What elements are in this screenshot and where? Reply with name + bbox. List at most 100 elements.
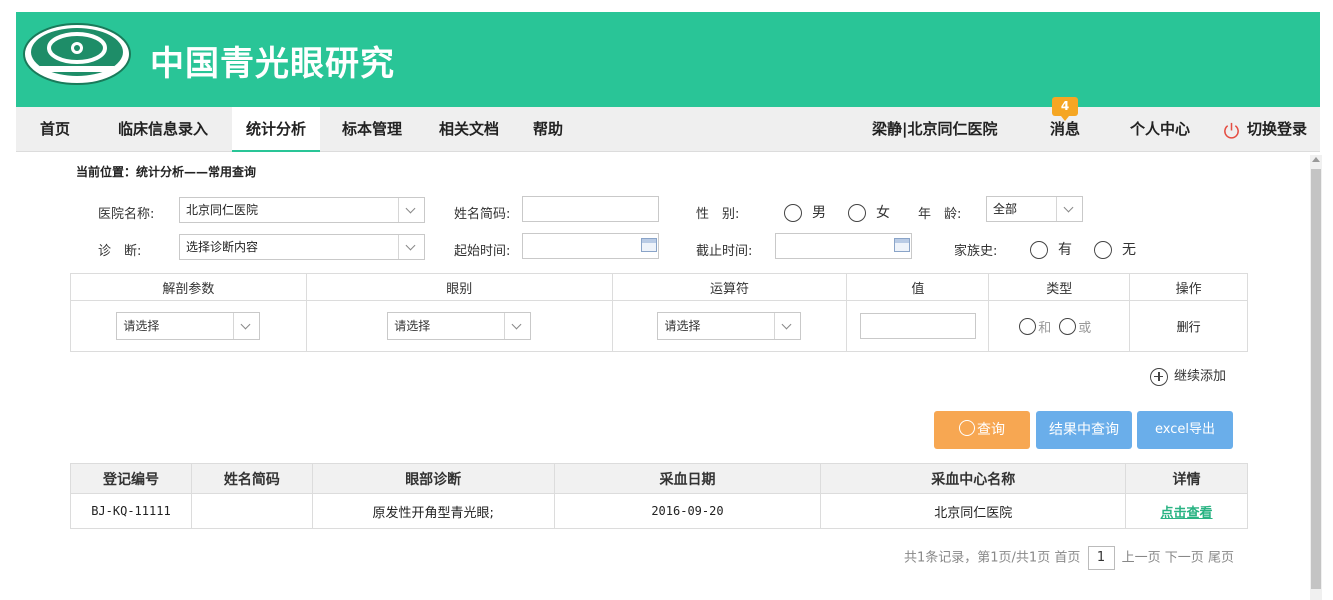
cell-name-code bbox=[190, 493, 313, 529]
col-reg-no: 登记编号 bbox=[70, 463, 192, 494]
glaucoma-research-logo bbox=[23, 23, 131, 85]
calendar-icon[interactable] bbox=[641, 238, 657, 252]
gender-female-label: 女 bbox=[876, 205, 890, 221]
pager-last[interactable]: 尾页 bbox=[1208, 551, 1234, 566]
end-time-label: 截止时间: bbox=[696, 244, 753, 259]
type-and-radio[interactable] bbox=[1019, 317, 1037, 335]
add-more-label: 继续添加 bbox=[1174, 369, 1227, 384]
col-action: 操作 bbox=[1129, 273, 1248, 301]
nav-home[interactable]: 首页 bbox=[40, 107, 70, 152]
scroll-up-arrow-icon[interactable] bbox=[1312, 157, 1320, 162]
col-detail: 详情 bbox=[1125, 463, 1248, 494]
delete-row-button[interactable]: 删行 bbox=[1177, 320, 1201, 334]
type-and-label: 和 bbox=[1038, 320, 1052, 336]
anatomy-select[interactable]: 请选择 bbox=[116, 312, 261, 340]
col-anatomy: 解剖参数 bbox=[70, 273, 307, 301]
condition-header-row: 解剖参数 眼别 运算符 值 类型 操作 bbox=[70, 273, 1248, 301]
view-detail-link[interactable]: 点击查看 bbox=[1161, 506, 1213, 521]
pager-summary: 共1条记录，第1页/共1页 bbox=[904, 550, 1051, 566]
gender-female-radio[interactable] bbox=[848, 204, 866, 222]
chevron-down-icon bbox=[233, 313, 259, 339]
vertical-scrollbar[interactable] bbox=[1310, 155, 1322, 600]
chevron-down-icon bbox=[504, 313, 530, 339]
search-icon bbox=[959, 420, 975, 436]
pager-first[interactable]: 首页 bbox=[1054, 551, 1080, 566]
condition-row: 请选择 请选择 请选择 和 或 删行 bbox=[70, 300, 1248, 352]
type-or-label: 或 bbox=[1078, 320, 1092, 336]
power-icon[interactable] bbox=[1222, 121, 1241, 140]
site-banner: 中国青光眼研究 bbox=[16, 12, 1320, 107]
chevron-down-icon bbox=[398, 198, 424, 222]
family-no-radio[interactable] bbox=[1094, 241, 1112, 259]
eye-select[interactable]: 请选择 bbox=[387, 312, 532, 340]
pager-current-page[interactable]: 1 bbox=[1087, 546, 1115, 570]
query-button[interactable]: 查询 bbox=[934, 411, 1030, 449]
nav-documents[interactable]: 相关文档 bbox=[439, 107, 499, 152]
message-count-badge: 4 bbox=[1052, 97, 1078, 121]
col-name-code: 姓名简码 bbox=[190, 463, 313, 494]
condition-table: 解剖参数 眼别 运算符 值 类型 操作 请选择 请选择 请选择 和 或 删行 bbox=[70, 273, 1248, 352]
diagnosis-label: 诊 断: bbox=[98, 244, 142, 259]
end-time-input[interactable] bbox=[775, 233, 912, 259]
operator-select-value: 请选择 bbox=[664, 319, 701, 333]
excel-export-button[interactable]: excel导出 bbox=[1137, 411, 1233, 449]
scrollbar-thumb[interactable] bbox=[1311, 169, 1321, 589]
diagnosis-select[interactable]: 选择诊断内容 bbox=[179, 234, 425, 260]
plus-circle-icon bbox=[1150, 367, 1168, 386]
col-center: 采血中心名称 bbox=[820, 463, 1127, 494]
family-history-label: 家族史: bbox=[954, 244, 998, 259]
results-header-row: 登记编号 姓名简码 眼部诊断 采血日期 采血中心名称 详情 bbox=[70, 463, 1248, 494]
col-diagnosis: 眼部诊断 bbox=[311, 463, 555, 494]
family-no-label: 无 bbox=[1122, 242, 1136, 258]
gender-male-label: 男 bbox=[812, 205, 826, 221]
family-yes-radio[interactable] bbox=[1030, 241, 1048, 259]
site-title: 中国青光眼研究 bbox=[150, 44, 395, 84]
chevron-down-icon bbox=[774, 313, 800, 339]
pagination: 共1条记录，第1页/共1页 首页 1 上一页 下一页 尾页 bbox=[904, 546, 1234, 570]
query-in-results-button[interactable]: 结果中查询 bbox=[1036, 411, 1132, 449]
cell-center: 北京同仁医院 bbox=[820, 493, 1127, 529]
calendar-icon[interactable] bbox=[894, 238, 910, 252]
pager-next[interactable]: 下一页 bbox=[1165, 551, 1204, 566]
nav-clinical-entry[interactable]: 临床信息录入 bbox=[118, 107, 208, 152]
start-time-input[interactable] bbox=[522, 233, 659, 259]
anatomy-select-value: 请选择 bbox=[123, 319, 160, 333]
nav-statistics[interactable]: 统计分析 bbox=[232, 107, 321, 152]
col-type: 类型 bbox=[988, 273, 1131, 301]
cell-diagnosis: 原发性开角型青光眼; bbox=[311, 493, 555, 529]
nav-help[interactable]: 帮助 bbox=[533, 107, 563, 152]
operator-select[interactable]: 请选择 bbox=[657, 312, 802, 340]
switch-login[interactable]: 切换登录 bbox=[1247, 107, 1307, 152]
age-select[interactable]: 全部 bbox=[986, 196, 1083, 222]
current-user: 梁静|北京同仁医院 bbox=[872, 120, 998, 138]
cell-reg-no: BJ-KQ-11111 bbox=[70, 493, 192, 529]
hospital-select[interactable]: 北京同仁医院 bbox=[179, 197, 425, 223]
start-time-label: 起始时间: bbox=[454, 244, 511, 259]
age-label: 年 龄: bbox=[918, 207, 962, 222]
type-or-radio[interactable] bbox=[1059, 317, 1077, 335]
table-row: BJ-KQ-11111 原发性开角型青光眼; 2016-09-20 北京同仁医院… bbox=[70, 493, 1248, 529]
condition-value-input[interactable] bbox=[859, 313, 976, 339]
breadcrumb: 当前位置：统计分析——常用查询 bbox=[76, 165, 257, 179]
nav-specimen[interactable]: 标本管理 bbox=[342, 107, 402, 152]
pager-prev[interactable]: 上一页 bbox=[1122, 551, 1161, 566]
diagnosis-select-value: 选择诊断内容 bbox=[186, 240, 259, 254]
gender-label: 性 别: bbox=[696, 207, 740, 222]
query-button-label: 查询 bbox=[977, 422, 1005, 438]
eye-select-value: 请选择 bbox=[394, 319, 431, 333]
name-code-label: 姓名简码: bbox=[454, 207, 511, 222]
name-code-input[interactable] bbox=[522, 196, 659, 222]
hospital-select-value: 北京同仁医院 bbox=[186, 203, 259, 217]
nav-profile[interactable]: 个人中心 bbox=[1130, 107, 1190, 152]
cell-date: 2016-09-20 bbox=[553, 493, 822, 529]
add-more-button[interactable]: 继续添加 bbox=[1150, 365, 1226, 386]
main-navbar: 首页 临床信息录入 统计分析 标本管理 相关文档 帮助 梁静|北京同仁医院 消息… bbox=[16, 107, 1320, 152]
col-value: 值 bbox=[846, 273, 990, 301]
chevron-down-icon bbox=[1056, 197, 1082, 221]
results-table: 登记编号 姓名简码 眼部诊断 采血日期 采血中心名称 详情 BJ-KQ-1111… bbox=[70, 463, 1248, 529]
family-yes-label: 有 bbox=[1058, 242, 1072, 258]
gender-male-radio[interactable] bbox=[784, 204, 802, 222]
hospital-label: 医院名称: bbox=[98, 207, 155, 222]
col-eye: 眼别 bbox=[305, 273, 613, 301]
chevron-down-icon bbox=[398, 235, 424, 259]
